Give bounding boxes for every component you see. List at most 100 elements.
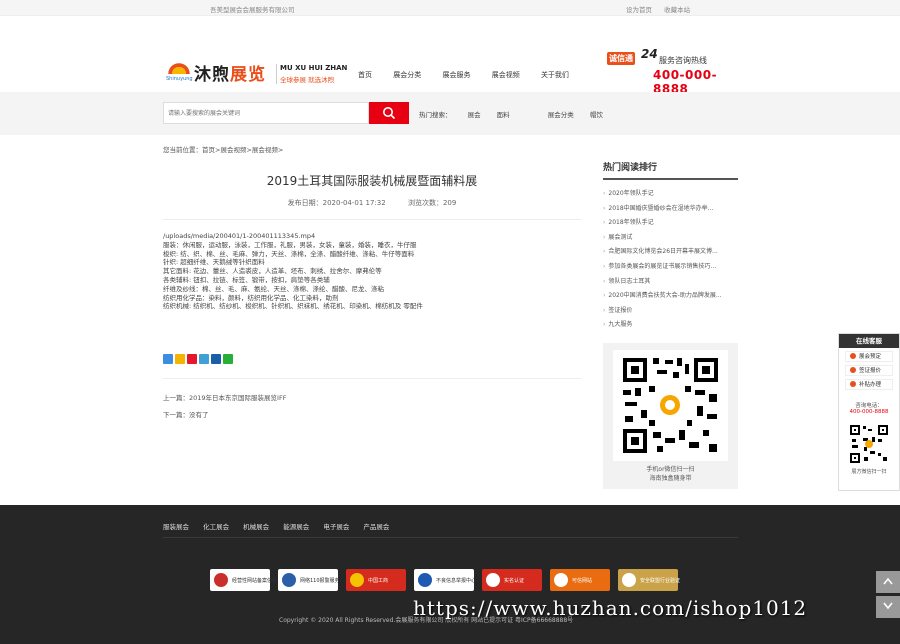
chevron-up-icon bbox=[883, 577, 893, 585]
qr-code bbox=[613, 350, 728, 461]
float-tel-label: 咨询电话： bbox=[855, 403, 883, 409]
list-item[interactable]: 合肥国际文化博览会26日开幕丰展文博... bbox=[603, 245, 738, 260]
float-qr-code bbox=[848, 423, 890, 465]
search-input[interactable] bbox=[163, 102, 369, 124]
slogan: MU XU HUI ZHAN 全球参展 就选沐煦 bbox=[276, 64, 347, 84]
badge-trusted[interactable]: 可信网站 bbox=[550, 569, 610, 591]
share-tqq-icon[interactable] bbox=[199, 354, 209, 364]
list-item[interactable]: 展会测试 bbox=[603, 231, 738, 246]
share-qzone-icon[interactable] bbox=[175, 354, 185, 364]
brand-pinyin: Shinuyung bbox=[166, 76, 193, 82]
breadcrumb: 您当前位置：首页>展会视频>展会视频> bbox=[163, 146, 284, 154]
nav-services[interactable]: 展会服务 bbox=[442, 70, 470, 80]
share-renren-icon[interactable] bbox=[211, 354, 221, 364]
prev-article-link[interactable]: 上一篇：2019年日本东京国际服装展览IFF bbox=[163, 390, 286, 407]
scroll-bottom-button[interactable] bbox=[876, 596, 900, 618]
publish-date: 发布日期：2020-04-01 17:32 bbox=[287, 199, 386, 207]
article-line: 其它面料: 花边、蕾丝、人造裘皮，人造革、坯布、刺绣、拉舍尔、摩弗伦等 bbox=[163, 267, 382, 276]
divider bbox=[163, 378, 581, 379]
hot-search-item[interactable]: 面料 bbox=[497, 111, 510, 119]
nav-home[interactable]: 首页 bbox=[358, 70, 372, 80]
trust-badge: 诚信通 bbox=[607, 52, 635, 65]
footer-link[interactable]: 服装展会 bbox=[163, 523, 189, 531]
article-meta: 发布日期：2020-04-01 17:32 浏览次数：209 bbox=[163, 198, 581, 220]
list-item[interactable]: 2020中国消费会扶贫大会-助力品牌发展... bbox=[603, 289, 738, 304]
hotline: 诚信通 24 服务咨询热线 400-000-8888 bbox=[607, 47, 747, 96]
badge-realname[interactable]: 实名认证 bbox=[482, 569, 542, 591]
qr-caption: 手机or微信扫一扫 bbox=[646, 466, 695, 473]
qr-code-icon bbox=[850, 425, 888, 463]
brand-name: 沐煦 bbox=[194, 65, 230, 85]
top-bar: 吾美型展会会展服务有限公司 设为首页 收藏本站 bbox=[0, 0, 900, 16]
badge-icp[interactable]: 经营性网站备案信息 bbox=[210, 569, 277, 591]
nav-videos[interactable]: 展会视频 bbox=[492, 70, 520, 80]
report-icon bbox=[418, 573, 432, 587]
hot-search-item[interactable]: 展会 bbox=[468, 111, 481, 119]
divider bbox=[163, 537, 738, 538]
float-item-booking[interactable]: 展会预定 bbox=[845, 351, 893, 362]
list-item[interactable]: 领队日志土耳其 bbox=[603, 275, 738, 290]
share-more-icon[interactable] bbox=[163, 354, 173, 364]
float-tel-number: 400-000-8888 bbox=[849, 409, 889, 415]
hotline-label: 服务咨询热线 bbox=[659, 56, 707, 65]
float-qr-caption: 展方微信扫一扫 bbox=[851, 469, 887, 475]
trusted-site-icon bbox=[554, 573, 568, 587]
prev-next: 上一篇：2019年日本东京国际服装展览IFF 下一篇：没有了 bbox=[163, 390, 286, 424]
qr-box: 手机or微信扫一扫 海南独盒随身带 bbox=[603, 343, 738, 489]
nav-about[interactable]: 关于我们 bbox=[541, 70, 569, 80]
article-body: /uploads/media/200401/1-200401113345.mp4… bbox=[163, 232, 581, 311]
set-home-link[interactable]: 设为首页 bbox=[626, 6, 652, 14]
footer-link[interactable]: 机械展会 bbox=[243, 523, 269, 531]
list-item[interactable]: 2020年领队手记 bbox=[603, 187, 738, 202]
verify-icon bbox=[486, 573, 500, 587]
article-line: 服装：休闲服，运动服，泳装，工作服，礼服，男装，女装，童装，婚装，睡衣，牛仔服 bbox=[163, 240, 417, 249]
list-item[interactable]: 九大服务 bbox=[603, 318, 738, 333]
user-icon bbox=[850, 381, 856, 387]
favorite-link[interactable]: 收藏本站 bbox=[664, 6, 690, 14]
article-line: 各类辅料: 钮扣、拉链、标签、锻带，按扣，肩垫等各类辅 bbox=[163, 275, 330, 284]
hot-articles-list: 2020年领队手记 2018中国婚庆暨婚纱会在湿地华办举... 2018年领队手… bbox=[603, 187, 738, 333]
footer-link[interactable]: 电子展会 bbox=[323, 523, 349, 531]
footer-link[interactable]: 化工展会 bbox=[203, 523, 229, 531]
footer-links: 服装展会 化工展会 机械展会 能源展会 电子展会 产品展会 bbox=[163, 521, 401, 531]
share-weibo-icon[interactable] bbox=[187, 354, 197, 364]
hot-search: 热门搜索： 展会 面料 展会分类 帽饮 bbox=[419, 109, 617, 119]
company-name: 吾美型展会会展服务有限公司 bbox=[210, 6, 295, 14]
badge-aic[interactable]: 中国工商 bbox=[346, 569, 406, 591]
police-icon bbox=[214, 573, 228, 587]
hot-search-item[interactable]: 帽饮 bbox=[590, 111, 603, 119]
footer-link[interactable]: 能源展会 bbox=[283, 523, 309, 531]
badge-report[interactable]: 不良信息举报中心 bbox=[414, 569, 476, 591]
sidebar: 热门阅读排行 2020年领队手记 2018中国婚庆暨婚纱会在湿地华办举... 2… bbox=[603, 160, 738, 333]
media-link[interactable]: /uploads/media/200401/1-200401113345.mp4 bbox=[163, 232, 581, 241]
list-item[interactable]: 签证报价 bbox=[603, 304, 738, 319]
certification-badges: 经营性网站备案信息 网络110报警服务 中国工商 不良信息举报中心 实名认证 可信网站 安全… bbox=[210, 569, 686, 591]
slogan-en: MU XU HUI ZHAN bbox=[280, 64, 348, 72]
watermark: https://www.huzhan.com/ishop1012 bbox=[413, 596, 808, 620]
safety-alliance-icon bbox=[622, 573, 636, 587]
share-bar bbox=[163, 354, 235, 366]
next-article-link[interactable]: 下一篇：没有了 bbox=[163, 407, 286, 424]
footer: 服装展会 化工展会 机械展会 能源展会 电子展会 产品展会 经营性网站备案信息网… bbox=[0, 505, 900, 644]
badge-110[interactable]: 网络110报警服务 bbox=[278, 569, 340, 591]
article-title: 2019土耳其国际服装机械展暨面辅料展 bbox=[266, 174, 478, 188]
float-item-subsidy[interactable]: 补贴办理 bbox=[845, 379, 893, 390]
search-icon bbox=[383, 107, 396, 120]
hot-search-item[interactable]: 展会分类 bbox=[548, 111, 574, 119]
list-item[interactable]: 2018年领队手记 bbox=[603, 216, 738, 231]
list-item[interactable]: 2018中国婚庆暨婚纱会在湿地华办举... bbox=[603, 202, 738, 217]
share-wechat-icon[interactable] bbox=[223, 354, 233, 364]
float-item-visa[interactable]: 签证报价 bbox=[845, 365, 893, 376]
footer-link[interactable]: 产品展会 bbox=[363, 523, 389, 531]
badge-safety[interactable]: 安全联盟行业验证 bbox=[618, 569, 680, 591]
shield-icon bbox=[282, 573, 296, 587]
search-button[interactable] bbox=[369, 102, 409, 124]
scroll-top-button[interactable] bbox=[876, 571, 900, 593]
article-line: 针织: 超细纤维、天鹅绒等针织面料 bbox=[163, 258, 265, 267]
view-count: 浏览次数：209 bbox=[407, 199, 457, 207]
24h-phone-icon: 24 bbox=[641, 47, 658, 61]
site-logo[interactable]: 沐煦展览 Shinuyung bbox=[164, 58, 272, 88]
nav-categories[interactable]: 展会分类 bbox=[393, 70, 421, 80]
list-item[interactable]: 参加各类展会的展览证书展示销售技巧... bbox=[603, 260, 738, 275]
brand-name-accent: 展览 bbox=[230, 65, 266, 85]
